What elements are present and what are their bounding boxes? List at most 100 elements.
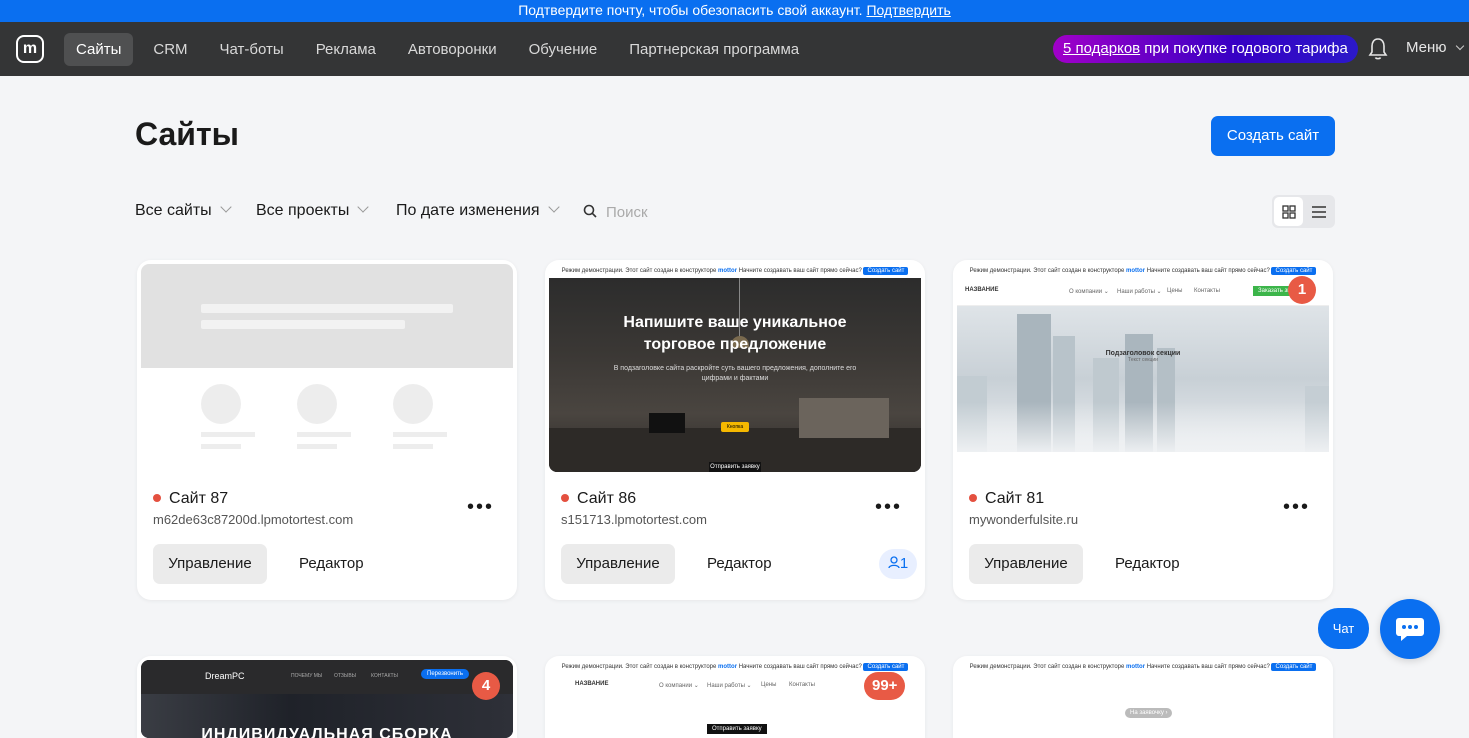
logo-icon[interactable]: m <box>16 35 44 63</box>
hero-title-line1: Напишите ваше уникальное <box>623 314 847 331</box>
hero-subtitle-line1: В подзаголовке сайта раскройте суть ваше… <box>613 365 857 372</box>
site-thumbnail[interactable]: Режим демонстрации. Этот сайт создан в к… <box>957 660 1329 738</box>
more-options-icon[interactable]: ••• <box>467 496 494 519</box>
sort-label: По дате изменения <box>396 202 540 219</box>
preview-menu-item: Наши работы ⌄ <box>707 683 752 689</box>
nav-item-sites[interactable]: Сайты <box>64 32 134 66</box>
hero-cta: Кнопка <box>721 422 749 432</box>
more-options-icon[interactable]: ••• <box>875 496 902 519</box>
collaborators-badge[interactable]: 1 <box>879 549 917 579</box>
chat-bubble-icon[interactable] <box>1380 599 1440 659</box>
confirm-email-link[interactable]: Подтвердить <box>866 2 950 18</box>
collaborators-count: 1 <box>899 555 909 572</box>
site-thumbnail[interactable]: Режим демонстрации. Этот сайт создан в к… <box>549 264 921 472</box>
hero-image-cityscape <box>957 306 1329 452</box>
chat-label-button[interactable]: Чат <box>1318 608 1369 649</box>
preview-section-subtitle: Текст секции <box>1128 357 1158 363</box>
promo-banner[interactable]: 5 подарков при покупке годового тарифа <box>1053 35 1358 63</box>
menu-button[interactable]: Меню <box>1406 39 1464 56</box>
preview-menu-item: О компании ⌄ <box>1069 289 1109 295</box>
site-card[interactable]: Режим демонстрации. Этот сайт создан в к… <box>545 656 925 738</box>
preview-site-name: НАЗВАНИЕ <box>575 681 609 687</box>
demo-bar-text: Режим демонстрации. Этот сайт создан в к… <box>969 664 1125 670</box>
filter-all-sites-label: Все сайты <box>135 202 212 219</box>
preview-brand: DreamPC <box>205 671 245 681</box>
demo-bar-brand: mottor <box>718 268 738 274</box>
manage-button[interactable]: Управление <box>561 544 675 584</box>
site-name-text: Сайт 86 <box>577 490 637 507</box>
hero-subtitle-line2: цифрами и фактами <box>701 375 769 382</box>
chevron-down-icon <box>220 201 232 213</box>
search-input[interactable] <box>606 200 806 224</box>
filter-all-projects[interactable]: Все проекты <box>256 201 370 220</box>
demo-bar-tail: Начните создавать ваш сайт прямо сейчас? <box>738 268 862 274</box>
site-card[interactable]: DreamPC ПОЧЕМУ МЫ ОТЗЫВЫ КОНТАКТЫ Перезв… <box>137 656 517 738</box>
preview-menu-item: Контакты <box>789 682 815 688</box>
grid-view-icon[interactable] <box>1274 197 1303 226</box>
nav-item-chatbots[interactable]: Чат-боты <box>208 33 296 66</box>
notification-badge: 1 <box>1288 276 1316 304</box>
site-name: Сайт 87 <box>153 490 228 508</box>
demo-bar-tail: Начните создавать ваш сайт прямо сейчас? <box>738 664 862 670</box>
site-thumbnail[interactable]: DreamPC ПОЧЕМУ МЫ ОТЗЫВЫ КОНТАКТЫ Перезв… <box>141 660 513 738</box>
manage-button[interactable]: Управление <box>969 544 1083 584</box>
preview-menu-item: ПОЧЕМУ МЫ <box>291 673 323 679</box>
hero-title-line2: торговое предложение <box>643 336 827 353</box>
promo-text: при покупке годового тарифа <box>1144 40 1348 57</box>
site-name: Сайт 86 <box>561 490 636 508</box>
site-card[interactable]: Режим демонстрации. Этот сайт создан в к… <box>953 260 1333 600</box>
more-options-icon[interactable]: ••• <box>1283 496 1310 519</box>
site-thumbnail[interactable]: Режим демонстрации. Этот сайт создан в к… <box>549 660 921 738</box>
nav-item-funnels[interactable]: Автоворонки <box>396 33 509 66</box>
demo-bar-brand: mottor <box>718 664 738 670</box>
site-name-text: Сайт 87 <box>169 490 229 507</box>
demo-create-button: Создать сайт <box>863 267 909 275</box>
nav-item-crm[interactable]: CRM <box>141 33 199 66</box>
site-card[interactable]: Режим демонстрации. Этот сайт создан в к… <box>545 260 925 600</box>
chevron-down-icon <box>547 201 560 213</box>
preview-section-title: Подзаголовок секции <box>1105 350 1181 357</box>
chevron-down-icon <box>357 201 370 213</box>
site-card[interactable]: Режим демонстрации. Этот сайт создан в к… <box>953 656 1333 738</box>
email-confirm-banner: Подтвердите почту, чтобы обезопасить сво… <box>0 0 1469 22</box>
view-toggle <box>1272 195 1335 228</box>
editor-button[interactable]: Редактор <box>1101 544 1194 584</box>
site-card[interactable]: Сайт 87 m62de63c87200d.lpmotortest.com •… <box>137 260 517 600</box>
filter-all-sites[interactable]: Все сайты <box>135 201 232 220</box>
demo-create-button: Создать сайт <box>1271 663 1317 671</box>
manage-button[interactable]: Управление <box>153 544 267 584</box>
status-dot <box>561 494 569 502</box>
sort-by-date[interactable]: По дате изменения <box>396 201 560 220</box>
preview-menu-item: Контакты <box>1194 288 1220 294</box>
preview-menu-item: О компании ⌄ <box>659 683 699 689</box>
site-thumbnail-placeholder[interactable] <box>141 264 513 472</box>
preview-menu-item: КОНТАКТЫ <box>371 673 398 679</box>
site-domain[interactable]: m62de63c87200d.lpmotortest.com <box>153 512 353 527</box>
menu-label: Меню <box>1406 39 1447 56</box>
site-domain[interactable]: mywonderfulsite.ru <box>969 512 1078 527</box>
bell-icon[interactable] <box>1368 37 1388 61</box>
list-view-icon[interactable] <box>1305 197 1333 226</box>
site-thumbnail[interactable]: Режим демонстрации. Этот сайт создан в к… <box>957 264 1329 472</box>
demo-bar-text: Режим демонстрации. Этот сайт создан в к… <box>969 268 1125 274</box>
demo-bar-brand: mottor <box>1126 268 1146 274</box>
preview-hero-title: ИНДИВИДУАЛЬНАЯ СБОРКА <box>201 726 453 738</box>
editor-button[interactable]: Редактор <box>693 544 786 584</box>
filter-all-projects-label: Все проекты <box>256 202 350 219</box>
create-site-button[interactable]: Создать сайт <box>1211 116 1335 156</box>
notification-badge: 4 <box>472 672 500 700</box>
site-name-text: Сайт 81 <box>985 490 1045 507</box>
preview-site-name: НАЗВАНИЕ <box>965 287 999 293</box>
site-domain[interactable]: s151713.lpmotortest.com <box>561 512 707 527</box>
status-dot <box>153 494 161 502</box>
notification-badge: 99+ <box>864 672 906 700</box>
nav-item-ads[interactable]: Реклама <box>304 33 388 66</box>
editor-button[interactable]: Редактор <box>285 544 378 584</box>
nav-item-learning[interactable]: Обучение <box>517 33 610 66</box>
preview-menu-item: ОТЗЫВЫ <box>334 673 357 679</box>
promo-link[interactable]: 5 подарков <box>1063 40 1140 57</box>
hero-send-request: Отправить заявку <box>709 462 761 472</box>
nav-item-partners[interactable]: Партнерская программа <box>617 33 811 66</box>
preview-menu-item: Цены <box>1167 288 1183 294</box>
site-name: Сайт 81 <box>969 490 1044 508</box>
